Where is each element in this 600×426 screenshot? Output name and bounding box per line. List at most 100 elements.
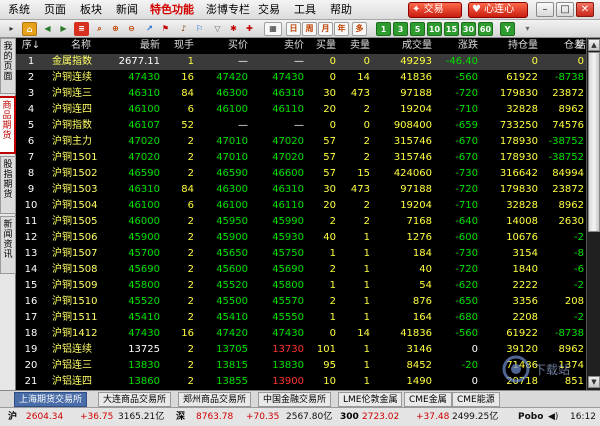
price-change-cell: -720	[455, 264, 478, 275]
table-row[interactable]: 9 沪铜1503 46310 84 46300 46310 30 473 97188 -720 17…	[16, 182, 586, 198]
tab-cffex[interactable]: 中国金融交易所	[258, 392, 332, 407]
period-y-button[interactable]: Y	[500, 22, 515, 36]
vertical-scrollbar[interactable]: ▲ ▼	[586, 38, 600, 390]
period-1-button[interactable]: 1	[376, 22, 391, 36]
table-row[interactable]: 2 沪铜连续 47430 16 47420 47430 0 14 41836 -560 61922 -…	[16, 70, 586, 86]
menu-news[interactable]: 新闻	[116, 4, 138, 16]
col-header-turnover[interactable]: 成交量	[372, 39, 432, 53]
price-change-cell: -659	[455, 120, 478, 131]
menu-pobo-column[interactable]: 澎博专栏	[206, 4, 250, 16]
table-row[interactable]: 1 金属指数 2677.11 1 — — 0 0 49293 -46.40 0 0	[16, 54, 586, 70]
tab-cme-energy[interactable]: CME能源	[452, 392, 500, 407]
day-icon[interactable]: 日	[286, 22, 301, 36]
heart-button[interactable]: ♥ 心连心	[468, 2, 528, 18]
table-row[interactable]: 5 沪铜指数 46107 52 — — 0 0 908400 -659 733250 74576	[16, 118, 586, 134]
tab-lme[interactable]: LME伦敦金属	[338, 392, 403, 407]
tab-news[interactable]: 新闻资讯	[0, 216, 16, 274]
zoom-in-icon[interactable]: ⊕	[108, 22, 123, 36]
col-header-ask[interactable]: 卖价	[252, 39, 304, 53]
tool-icon[interactable]: ✚	[242, 22, 257, 36]
grid-icon[interactable]: ▦	[264, 22, 282, 36]
period-3-button[interactable]: 3	[393, 22, 408, 36]
instrument-name-cell: 沪铝连四	[52, 376, 92, 387]
table-row[interactable]: 12 沪铜1506 45900 2 45900 45930 40 1 1276 -600 10676…	[16, 230, 586, 246]
tab-commodity-futures[interactable]: 商品期货	[0, 96, 16, 154]
tab-czce[interactable]: 郑州商品交易所	[178, 392, 252, 407]
table-row[interactable]: 6 沪铜主力 47020 2 47010 47020 57 2 315746 -670 178930…	[16, 134, 586, 150]
multi-day-icon[interactable]: 多	[352, 22, 367, 36]
minimize-button[interactable]: –	[536, 2, 554, 17]
tab-my-page[interactable]: 我的页面	[0, 38, 16, 94]
menu-features[interactable]: 特色功能	[150, 4, 194, 16]
col-header-ask-vol[interactable]: 卖量	[338, 39, 370, 53]
tab-shfe[interactable]: 上海期货交易所	[14, 392, 88, 407]
period-30-button[interactable]: 30	[461, 22, 476, 36]
col-header-bid[interactable]: 买价	[196, 39, 248, 53]
zoom-out-icon[interactable]: ⊖	[124, 22, 139, 36]
menu-trade[interactable]: 交易	[258, 4, 280, 16]
col-header-last[interactable]: 最新	[112, 39, 160, 53]
table-row[interactable]: 10 沪铜1504 46100 6 46100 46110 20 2 19204 -710 3282…	[16, 198, 586, 214]
year-icon[interactable]: 年	[334, 22, 349, 36]
menu-board[interactable]: 板块	[80, 4, 102, 16]
tab-index-futures[interactable]: 股指期货	[0, 156, 16, 214]
table-row[interactable]: 18 沪铜1412 47430 16 47420 47430 0 14 41836 -560 619…	[16, 326, 586, 342]
col-header-name[interactable]: 名称	[52, 39, 110, 53]
current-volume-cell: 1	[187, 56, 194, 67]
table-row[interactable]: 7 沪铜1501 47020 2 47010 47020 57 2 315746 -670 1789…	[16, 150, 586, 166]
flag-icon[interactable]: ⚑	[158, 22, 173, 36]
table-row[interactable]: 13 沪铜1507 45700 2 45650 45750 1 1 184 -730 3154 -8	[16, 246, 586, 262]
bid-price-cell: 45900	[216, 232, 248, 243]
period-5-button[interactable]: 5	[410, 22, 425, 36]
sh-index-value: 2604.34	[26, 412, 64, 422]
table-row[interactable]: 11 沪铜1505 46000 2 45950 45990 2 2 7168 -640 14008 2…	[16, 214, 586, 230]
menu-help[interactable]: 帮助	[330, 4, 352, 16]
maximize-button[interactable]: □	[556, 2, 574, 17]
tab-dce[interactable]: 大连商品交易所	[98, 392, 172, 407]
col-header-bid-vol[interactable]: 买量	[306, 39, 336, 53]
gear-icon[interactable]: ✱	[226, 22, 241, 36]
col-header-no[interactable]: 序↓	[16, 39, 46, 53]
col-header-change[interactable]: 涨跌	[434, 39, 478, 53]
filter-icon[interactable]: ▽	[210, 22, 225, 36]
scroll-down-icon[interactable]: ▼	[588, 376, 600, 388]
tab-cme-metals[interactable]: CME金属	[404, 392, 452, 407]
instrument-name-cell: 沪铜1509	[52, 280, 98, 291]
forward-icon[interactable]: ▶	[56, 22, 71, 36]
row-number-cell: 20	[24, 360, 38, 371]
flag-blue-icon[interactable]: ⚐	[192, 22, 207, 36]
chart-icon[interactable]: ↗	[142, 22, 157, 36]
table-row[interactable]: 14 沪铜1508 45690 2 45600 45690 2 1 40 -720 1840 -6	[16, 262, 586, 278]
period-10-button[interactable]: 10	[427, 22, 442, 36]
table-row[interactable]: 16 沪铜1510 45520 2 45500 45570 2 1 876 -650 3356 208	[16, 294, 586, 310]
home-icon[interactable]: ⌂	[22, 22, 37, 36]
period-60-button[interactable]: 60	[478, 22, 493, 36]
menu-tools[interactable]: 工具	[294, 4, 316, 16]
close-button[interactable]: ✕	[576, 2, 594, 17]
bell-icon[interactable]: ♪	[176, 22, 191, 36]
menu-system[interactable]: 系统	[8, 4, 30, 16]
col-header-settle[interactable]: 结	[576, 39, 586, 53]
period-15-button[interactable]: 15	[444, 22, 459, 36]
col-header-volume[interactable]: 现手	[162, 39, 194, 53]
search-icon[interactable]: ⌕	[92, 22, 107, 36]
tab-index-futures-label: 股指期货	[3, 160, 13, 200]
col-header-open-interest[interactable]: 持仓量	[480, 39, 538, 53]
list-icon[interactable]: ≡	[74, 22, 89, 36]
dropdown-icon[interactable]: ▾	[520, 22, 535, 36]
table-row[interactable]: 3 沪铜连三 46310 84 46300 46310 30 473 97188 -720 1798…	[16, 86, 586, 102]
table-row[interactable]: 8 沪铜1502 46590 2 46590 46600 57 15 424060 -730 316…	[16, 166, 586, 182]
scroll-thumb[interactable]	[588, 52, 600, 232]
scroll-up-icon[interactable]: ▲	[588, 39, 600, 51]
menu-arrow-icon[interactable]: ▸	[4, 22, 19, 36]
table-row[interactable]: 17 沪铜1511 45410 2 45410 45550 1 1 164 -680 2208 -2	[16, 310, 586, 326]
table-row[interactable]: 15 沪铜1509 45800 2 45520 45800 1 1 54 -620 2222 -2	[16, 278, 586, 294]
week-icon[interactable]: 周	[302, 22, 317, 36]
month-icon[interactable]: 月	[318, 22, 333, 36]
speaker-icon[interactable]: ◀)	[548, 412, 558, 423]
menu-page[interactable]: 页面	[44, 4, 66, 16]
bid-volume-cell: 0	[329, 120, 336, 131]
back-icon[interactable]: ◀	[40, 22, 55, 36]
trade-button[interactable]: ✦ 交易	[408, 2, 462, 18]
table-row[interactable]: 4 沪铜连四 46100 6 46100 46110 20 2 19204 -710 32828 89…	[16, 102, 586, 118]
